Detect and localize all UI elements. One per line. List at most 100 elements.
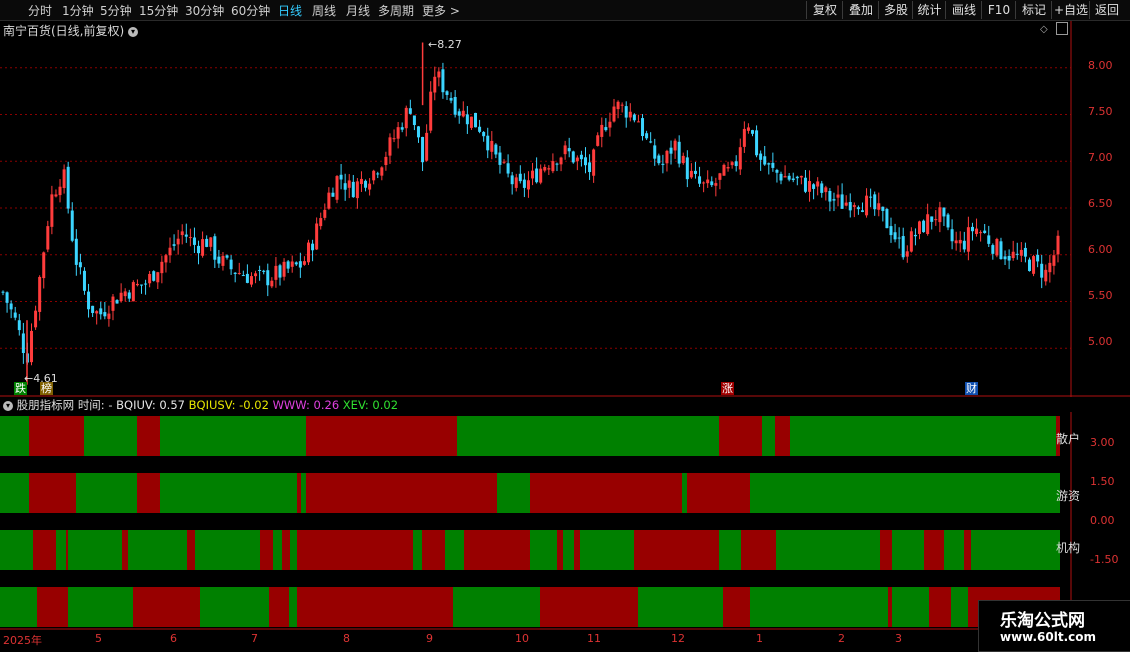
period-tab-weekly[interactable]: 周线: [312, 2, 336, 19]
candle-body: [991, 245, 995, 254]
candle-body: [201, 239, 205, 256]
statistics-button[interactable]: 统计: [912, 1, 946, 19]
event-tag-zhang[interactable]: 涨: [721, 382, 734, 395]
back-button[interactable]: 返回: [1089, 1, 1124, 19]
candle-body: [689, 170, 693, 178]
indicator-name: 股朋指标网: [16, 398, 75, 412]
draw-line-button[interactable]: 画线: [945, 1, 982, 19]
candle-body: [535, 168, 539, 183]
candle-body: [893, 232, 897, 240]
candle-body: [490, 140, 494, 152]
event-tag-die[interactable]: 跌: [14, 382, 27, 395]
indicator-band-segment: [464, 530, 530, 570]
chevron-down-icon[interactable]: ▾: [128, 26, 139, 37]
overlay-button[interactable]: 叠加: [842, 1, 879, 19]
adjust-button[interactable]: 复权: [806, 1, 843, 19]
candle-body: [176, 238, 180, 245]
x-tick: 10: [515, 632, 529, 645]
indicator-band-segment: [306, 473, 497, 513]
period-tab-1min[interactable]: 1分钟: [62, 2, 94, 19]
candle-body: [82, 270, 86, 291]
indicator-band-segment: [687, 473, 750, 513]
indicator-band-segment: [0, 587, 37, 627]
candle-body: [188, 237, 192, 239]
period-tab-daily[interactable]: 日线: [278, 2, 302, 19]
period-tab-15min[interactable]: 15分钟: [139, 2, 178, 19]
indicator-band-segment: [580, 530, 634, 570]
f10-button[interactable]: F10: [981, 1, 1016, 19]
add-watchlist-button[interactable]: +自选: [1051, 1, 1090, 19]
band-label-hot-money: 游资: [1056, 489, 1081, 503]
indicator-band-segment: [137, 473, 160, 513]
candle-body: [999, 241, 1003, 260]
candle-body: [645, 133, 649, 139]
indicator-band-segment: [413, 530, 422, 570]
candle-body: [400, 127, 404, 130]
candle-body: [1048, 262, 1052, 273]
candle-body: [583, 157, 587, 166]
watermark-title: 乐淘公式网: [1000, 611, 1085, 631]
period-tab-30min[interactable]: 30分钟: [185, 2, 224, 19]
candle-body: [70, 210, 74, 241]
indicator-band-segment: [445, 530, 464, 570]
indicator-band-segment: [122, 530, 128, 570]
candle-body: [58, 186, 62, 196]
window-icon[interactable]: [1056, 22, 1068, 35]
candle-body: [111, 296, 115, 311]
candle-body: [579, 154, 583, 160]
candlestick-chart[interactable]: [0, 21, 1130, 397]
candle-body: [254, 273, 258, 277]
event-tag-bang[interactable]: 榜: [40, 382, 53, 395]
candle-body: [1, 291, 5, 293]
candle-body: [938, 207, 942, 223]
indicator-band-segment: [775, 416, 790, 456]
period-tab-more[interactable]: 更多 >: [422, 2, 460, 19]
mark-button[interactable]: 标记: [1015, 1, 1052, 19]
indicator-band-segment: [750, 473, 1060, 513]
candle-body: [641, 118, 645, 137]
period-tab-60min[interactable]: 60分钟: [231, 2, 270, 19]
candle-body: [852, 205, 856, 207]
indicator-chart[interactable]: [0, 412, 1130, 630]
candle-body: [5, 292, 9, 303]
candle-body: [46, 226, 50, 250]
candle-body: [885, 209, 889, 229]
candle-body: [787, 175, 791, 180]
indicator-band-segment: [719, 416, 762, 456]
diamond-icon[interactable]: ◇: [1040, 24, 1048, 35]
indicator-band-segment: [29, 416, 84, 456]
indicator-band-segment: [719, 530, 741, 570]
candle-body: [192, 237, 196, 245]
chevron-down-icon[interactable]: ▾: [3, 400, 13, 411]
y-tick: 8.00: [1088, 59, 1113, 72]
candle-body: [779, 173, 783, 181]
multi-stock-button[interactable]: 多股: [878, 1, 913, 19]
indicator-band-segment: [84, 416, 137, 456]
period-tab-monthly[interactable]: 月线: [346, 2, 370, 19]
candle-body: [416, 126, 420, 138]
event-tag-cai[interactable]: 财: [965, 382, 978, 395]
x-tick: 3: [895, 632, 902, 645]
period-tab-5min[interactable]: 5分钟: [100, 2, 132, 19]
candle-body: [942, 207, 946, 217]
indicator-value-xev: XEV: 0.02: [342, 398, 399, 412]
candle-body: [103, 312, 107, 317]
candle-body: [164, 255, 168, 263]
period-tab-minute[interactable]: 分时: [28, 2, 52, 19]
indicator-band-segment: [880, 530, 892, 570]
indicator-band-segment: [964, 530, 971, 570]
candle-body: [221, 255, 225, 266]
candle-body: [1027, 259, 1031, 272]
y-tick: 6.00: [1088, 243, 1113, 256]
candle-body: [225, 255, 229, 258]
y-tick: 5.50: [1088, 289, 1113, 302]
indicator-band-segment: [68, 530, 122, 570]
candle-body: [1007, 255, 1011, 261]
candle-body: [1044, 269, 1048, 282]
candle-body: [714, 183, 718, 186]
candle-body: [889, 226, 893, 236]
candle-body: [812, 184, 816, 189]
candle-body: [722, 164, 726, 176]
candle-body: [380, 167, 384, 176]
period-tab-multi[interactable]: 多周期: [378, 2, 414, 19]
